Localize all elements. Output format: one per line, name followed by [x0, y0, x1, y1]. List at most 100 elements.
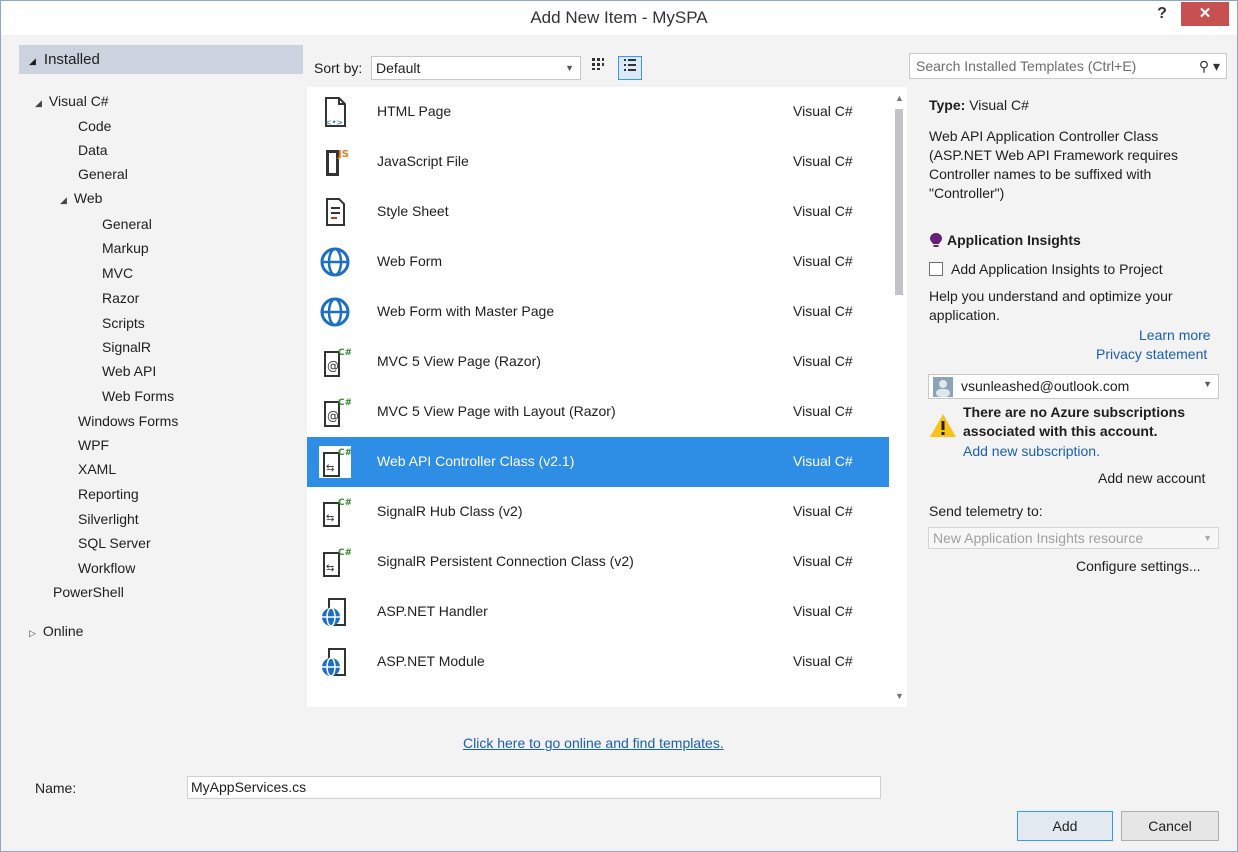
configure-settings-link[interactable]: Configure settings...	[1076, 558, 1201, 574]
tree-node-razor[interactable]: Razor	[102, 290, 139, 306]
telemetry-resource-dropdown[interactable]: New Application Insights resource ▼	[928, 527, 1219, 549]
template-name: Web Form with Master Page	[377, 303, 555, 319]
tree-node-installed[interactable]: ◢ Installed	[19, 45, 303, 74]
add-button[interactable]: Add	[1017, 811, 1113, 841]
tree-node-web-api[interactable]: Web API	[102, 363, 156, 379]
tree-node-wpf[interactable]: WPF	[78, 437, 109, 453]
grid-view-icon	[592, 58, 604, 70]
template-name: ASP.NET Handler	[377, 603, 488, 619]
tree-node-web-forms[interactable]: Web Forms	[102, 388, 174, 404]
tree-node-web-general[interactable]: General	[102, 216, 152, 232]
scroll-up-arrow-icon[interactable]: ▲	[895, 93, 904, 103]
tree-node-windows-forms[interactable]: Windows Forms	[78, 413, 178, 429]
add-insights-checkbox[interactable]	[929, 262, 943, 276]
svg-text:@: @	[327, 409, 339, 423]
template-list-scrollbar[interactable]: ▲ ▼	[891, 87, 907, 707]
template-item[interactable]: Web Form Visual C#	[307, 237, 889, 287]
scroll-thumb[interactable]	[895, 109, 903, 295]
small-icons-view-button[interactable]	[586, 56, 610, 80]
template-language: Visual C#	[793, 403, 853, 419]
template-item[interactable]: Web Form with Master Page Visual C#	[307, 287, 889, 337]
insights-help-line-1: Help you understand and optimize your	[929, 288, 1173, 304]
template-language: Visual C#	[793, 103, 853, 119]
tree-node-visual-csharp[interactable]: ◢ Visual C#	[35, 93, 109, 109]
tree-node-workflow[interactable]: Workflow	[78, 560, 135, 576]
tree-node-powershell[interactable]: PowerShell	[53, 584, 124, 600]
account-dropdown[interactable]: vsunleashed@outlook.com ▼	[928, 374, 1219, 399]
scroll-down-arrow-icon[interactable]: ▼	[895, 691, 904, 701]
add-account-link[interactable]: Add new account	[1098, 470, 1205, 486]
tree-node-code[interactable]: Code	[78, 118, 111, 134]
expanded-triangle-icon: ◢	[35, 98, 42, 108]
tree-node-reporting[interactable]: Reporting	[78, 486, 139, 502]
template-item[interactable]: @ C# MVC 5 View Page with Layout (Razor) Vi…	[307, 387, 889, 437]
tree-node-signalr[interactable]: SignalR	[102, 339, 151, 355]
sort-by-dropdown[interactable]: Default ▼	[371, 56, 581, 80]
template-item[interactable]: ⇆ C# SignalR Persistent Connection Class (…	[307, 537, 889, 587]
add-subscription-link[interactable]: Add new subscription.	[963, 443, 1100, 459]
tree-node-xaml[interactable]: XAML	[78, 461, 116, 477]
type-line: Type: Visual C#	[929, 97, 1029, 113]
template-language: Visual C#	[793, 453, 853, 469]
tree-node-markup[interactable]: Markup	[102, 240, 149, 256]
tree-node-online[interactable]: ▷ Online	[29, 623, 83, 639]
warning-icon	[930, 414, 956, 437]
csharp-class-icon: ⇆ C#	[319, 446, 352, 478]
user-icon	[936, 380, 950, 397]
template-item[interactable]: ⇆ C# Web API Controller Class (v2.1) Visual…	[307, 437, 889, 487]
search-icon[interactable]: ⚲ ▾	[1199, 54, 1220, 78]
add-new-item-dialog: Add New Item - MySPA ? ✕ ◢ Installed ◢ Vis…	[0, 0, 1238, 852]
template-language: Visual C#	[793, 653, 853, 669]
expanded-triangle-icon: ◢	[60, 195, 67, 205]
template-category-tree: ◢ Installed ◢ Visual C# Code Data General …	[19, 45, 303, 745]
lightbulb-icon	[930, 233, 942, 247]
tree-node-silverlight[interactable]: Silverlight	[78, 511, 139, 527]
template-item[interactable]: ASP.NET Handler Visual C#	[307, 587, 889, 637]
details-view-button[interactable]	[618, 56, 642, 80]
tree-node-data[interactable]: Data	[78, 142, 108, 158]
style-sheet-icon	[319, 196, 351, 228]
tree-node-web[interactable]: ◢ Web	[60, 190, 102, 206]
template-item[interactable]: <•> HTML Page Visual C#	[307, 87, 889, 137]
collapsed-triangle-icon: ▷	[29, 628, 36, 638]
help-button[interactable]: ?	[1149, 3, 1175, 27]
svg-text:JS: JS	[337, 149, 349, 160]
telemetry-label: Send telemetry to:	[929, 503, 1043, 519]
globe-icon	[319, 246, 351, 278]
description-line-4: "Controller")	[929, 185, 1005, 201]
tree-node-scripts[interactable]: Scripts	[102, 315, 145, 331]
template-item[interactable]: Style Sheet Visual C#	[307, 187, 889, 237]
name-input[interactable]: MyAppServices.cs	[187, 776, 881, 799]
template-name: Web Form	[377, 253, 443, 269]
description-line-3: Controller names to be suffixed with	[929, 166, 1152, 182]
javascript-file-icon: JS	[319, 146, 351, 178]
chevron-down-icon: ▼	[565, 63, 574, 73]
close-button[interactable]: ✕	[1181, 2, 1229, 26]
template-item[interactable]: ⇆ C# SignalR Hub Class (v2) Visual C#	[307, 487, 889, 537]
csharp-class-icon: ⇆ C#	[319, 546, 352, 578]
tree-node-general[interactable]: General	[78, 166, 128, 182]
learn-more-link[interactable]: Learn more	[1139, 327, 1211, 343]
template-name: MVC 5 View Page with Layout (Razor)	[377, 403, 616, 419]
add-insights-label[interactable]: Add Application Insights to Project	[951, 261, 1163, 277]
template-name: HTML Page	[377, 103, 452, 119]
tree-node-sql-server[interactable]: SQL Server	[78, 535, 151, 551]
template-name: Style Sheet	[377, 203, 449, 219]
template-language: Visual C#	[793, 553, 853, 569]
privacy-statement-link[interactable]: Privacy statement	[1096, 346, 1207, 362]
svg-text:⇆: ⇆	[326, 513, 334, 524]
search-templates-input[interactable]: Search Installed Templates (Ctrl+E) ⚲ ▾	[909, 53, 1227, 79]
application-insights-header: Application Insights	[929, 232, 1081, 248]
tree-node-mvc[interactable]: MVC	[102, 265, 133, 281]
warning-line-1: There are no Azure subscriptions	[963, 404, 1185, 420]
template-item[interactable]: ASP.NET Module Visual C#	[307, 637, 889, 687]
avatar	[933, 377, 953, 397]
online-templates-link[interactable]: Click here to go online and find templat…	[463, 735, 724, 751]
template-name: SignalR Persistent Connection Class (v2)	[377, 553, 634, 569]
template-language: Visual C#	[793, 603, 853, 619]
html-page-icon: <•>	[319, 96, 351, 128]
template-item[interactable]: JS JavaScript File Visual C#	[307, 137, 889, 187]
template-item[interactable]: @ C# MVC 5 View Page (Razor) Visual C#	[307, 337, 889, 387]
template-language: Visual C#	[793, 353, 853, 369]
cancel-button[interactable]: Cancel	[1121, 811, 1219, 841]
